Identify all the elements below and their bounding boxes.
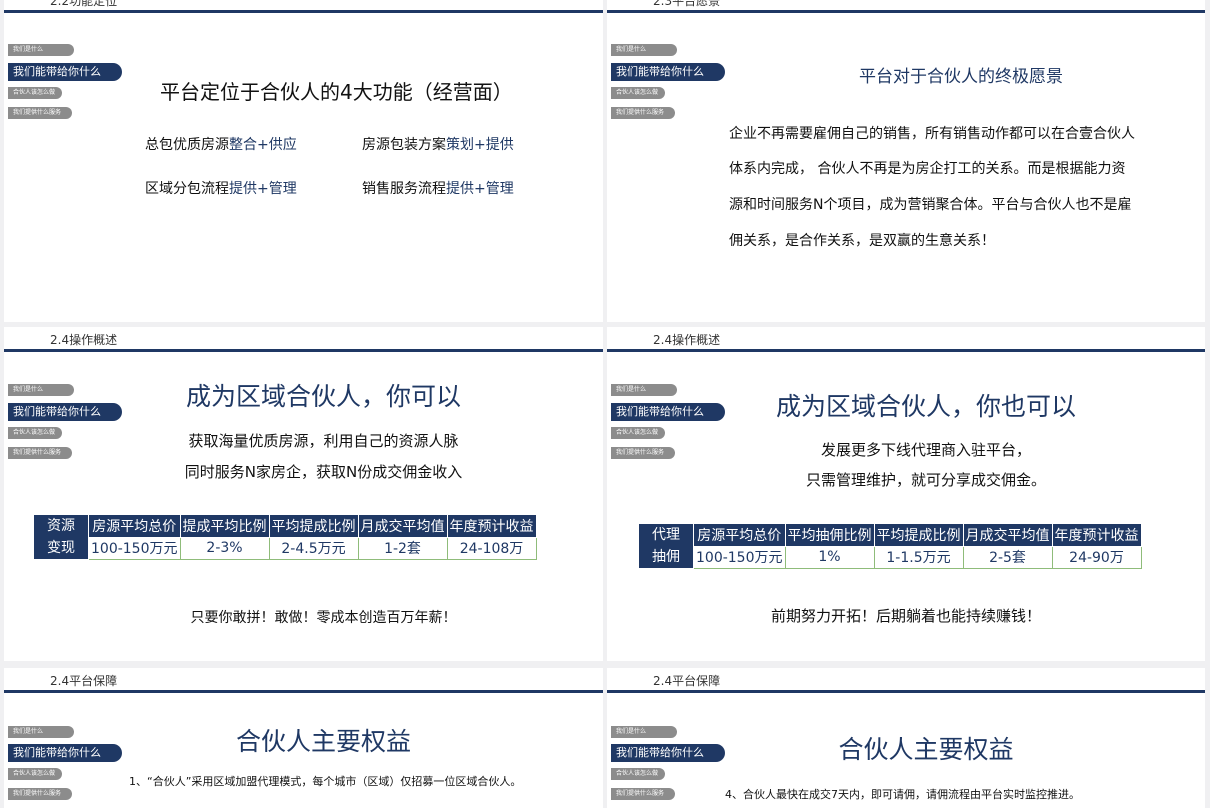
row-heading: 资源 变现 — [33, 514, 89, 560]
table-cell: 1% — [784, 545, 875, 569]
slide-title: 合伙人主要权益 — [235, 727, 411, 756]
slide-title: 成为区域合伙人，你也可以 — [775, 392, 1076, 421]
function-4-highlight: 提供+管理 — [446, 181, 514, 197]
table-cell: 100-150万元 — [88, 536, 181, 560]
nav-item-services[interactable]: 我们提供什么服务 — [8, 788, 72, 800]
section-title: 2.3平台愿景 — [653, 0, 721, 8]
vision-line-1: 企业不再需要雇佣自己的销售，所有销售动作都可以在合壹合伙人 — [729, 126, 1135, 142]
section-title: 2.2功能定位 — [50, 0, 118, 8]
slide-vision[interactable]: 2.3平台愿景 我们是什么 我们能带给你什么 合伙人该怎么做 我们提供什么服务 … — [607, 0, 1205, 322]
table-cell: 24-108万 — [446, 536, 537, 560]
slide-platform-guarantee-1[interactable]: 2.4平台保障 我们是什么 我们能带给你什么 合伙人该怎么做 我们提供什么服务 … — [4, 668, 603, 808]
column-header: 平均提成比例 — [873, 523, 964, 547]
column-header: 平均提成比例 — [268, 514, 359, 538]
row-heading-1: 资源 — [47, 518, 75, 534]
intro-line-2: 只需管理维护，就可分享成交佣金。 — [805, 471, 1046, 489]
slide-header: 2.2功能定位 — [4, 0, 603, 13]
slide-title: 合伙人主要权益 — [838, 735, 1014, 764]
slide-title: 平台对于合伙人的终极愿景 — [859, 67, 1063, 87]
function-3-highlight: 提供+管理 — [229, 181, 297, 197]
table-cell: 24-90万 — [1051, 545, 1142, 569]
function-2-text: 房源包装方案 — [362, 137, 446, 153]
section-title: 2.4操作概述 — [50, 333, 118, 347]
nav-item-how-partner[interactable]: 合伙人该怎么做 — [8, 87, 62, 99]
row-heading-2: 变现 — [47, 540, 75, 556]
row-heading-1: 代理 — [652, 527, 680, 543]
slide-function-positioning[interactable]: 2.2功能定位 我们是什么 我们能带给你什么 合伙人该怎么做 我们提供什么服务 … — [4, 0, 603, 322]
slide-header: 2.4平台保障 — [607, 668, 1205, 693]
table-header-row: 资源变现 房源平均总价 提成平均比例 平均提成比例 月成交平均值 年度预计收益 — [33, 514, 537, 560]
function-2-highlight: 策划+提供 — [446, 137, 514, 153]
vision-line-4: 佣关系，是合作关系，是双赢的生意关系！ — [729, 233, 995, 249]
slide-header: 2.4平台保障 — [4, 668, 603, 693]
nav-item-services[interactable]: 我们提供什么服务 — [8, 107, 72, 119]
column-header: 年度预计收益 — [1051, 523, 1142, 547]
slide-operation-overview-2[interactable]: 2.4操作概述 我们是什么 我们能带给你什么 合伙人该怎么做 我们提供什么服务 … — [607, 327, 1205, 661]
column-header: 月成交平均值 — [962, 523, 1053, 547]
function-1-text: 总包优质房源 — [145, 137, 229, 153]
table-header-row: 代理抽佣 房源平均总价 平均抽佣比例 平均提成比例 月成交平均值 年度预计收益 — [638, 523, 1142, 569]
nav-item-what-we-are[interactable]: 我们是什么 — [611, 44, 677, 56]
nav-item-how-partner[interactable]: 合伙人该怎么做 — [611, 768, 665, 780]
nav-item-how-partner[interactable]: 合伙人该怎么做 — [611, 427, 665, 439]
earnings-table: 资源 变现 房源平均总价 提成平均比例 平均提成比例 月成交平均值 年度预计收益 … — [33, 514, 537, 560]
slide-title: 平台定位于合伙人的4大功能（经营面） — [160, 80, 513, 104]
slogan: 前期努力开拓！后期躺着也能持续赚钱！ — [770, 607, 1041, 625]
table-cell: 2-4.5万元 — [268, 536, 359, 560]
table-cell: 1-2套 — [357, 536, 448, 560]
section-title: 2.4操作概述 — [653, 333, 721, 347]
function-4-text: 销售服务流程 — [362, 181, 446, 197]
function-1: 总包优质房源整合+供应 — [145, 134, 297, 154]
intro-line-1: 发展更多下线代理商入驻平台， — [820, 441, 1031, 459]
column-header: 房源平均总价 — [693, 523, 786, 547]
function-4: 销售服务流程提供+管理 — [362, 178, 514, 198]
benefit-item-1: 1、“合伙人”采用区域加盟代理模式，每个城市（区域）仅招募一位区域合伙人。 — [129, 775, 522, 788]
slide-title: 成为区域合伙人，你可以 — [185, 382, 461, 411]
function-2: 房源包装方案策划+提供 — [362, 134, 514, 154]
column-header: 平均抽佣比例 — [784, 523, 875, 547]
commission-table: 代理 抽佣 房源平均总价 平均抽佣比例 平均提成比例 月成交平均值 年度预计收益 … — [638, 523, 1142, 569]
function-3: 区域分包流程提供+管理 — [145, 178, 297, 198]
section-title: 2.4平台保障 — [50, 674, 118, 688]
column-header: 年度预计收益 — [446, 514, 537, 538]
nav-item-what-we-are[interactable]: 我们是什么 — [8, 44, 74, 56]
column-header: 房源平均总价 — [88, 514, 181, 538]
nav-item-how-partner[interactable]: 合伙人该怎么做 — [611, 87, 665, 99]
nav-item-services[interactable]: 我们提供什么服务 — [611, 107, 675, 119]
slide-header: 2.3平台愿景 — [607, 0, 1205, 13]
table-cell: 2-3% — [179, 536, 270, 560]
function-1-highlight: 整合+供应 — [229, 137, 297, 153]
section-title: 2.4平台保障 — [653, 674, 721, 688]
table-cell: 100-150万元 — [693, 545, 786, 569]
nav-item-how-partner[interactable]: 合伙人该怎么做 — [8, 768, 62, 780]
slide-header: 2.4操作概述 — [607, 327, 1205, 352]
table-cell: 2-5套 — [962, 545, 1053, 569]
function-3-text: 区域分包流程 — [145, 181, 229, 197]
slogan: 只要你敢拼！敢做！零成本创造百万年薪！ — [190, 610, 457, 626]
vision-line-2: 体系内完成， 合伙人不再是为房企打工的关系。而是根据能力资 — [729, 161, 1126, 177]
vision-line-3: 源和时间服务N个项目，成为营销聚合体。平台与合伙人也不是雇 — [729, 197, 1132, 213]
table-row: 100-150万元 1% 1-1.5万元 2-5套 24-90万 — [639, 545, 1142, 569]
table-row: 100-150万元 2-3% 2-4.5万元 1-2套 24-108万 — [34, 536, 537, 560]
nav-item-services[interactable]: 我们提供什么服务 — [611, 788, 675, 800]
table-cell: 1-1.5万元 — [873, 545, 964, 569]
row-heading-2: 抽佣 — [652, 549, 680, 565]
slide-operation-overview-1[interactable]: 2.4操作概述 我们是什么 我们能带给你什么 合伙人该怎么做 我们提供什么服务 … — [4, 327, 603, 661]
intro-line-1: 获取海量优质房源，利用自己的资源人脉 — [188, 432, 459, 450]
slide-header: 2.4操作概述 — [4, 327, 603, 352]
column-header: 提成平均比例 — [179, 514, 270, 538]
column-header: 月成交平均值 — [357, 514, 448, 538]
row-heading: 代理 抽佣 — [638, 523, 694, 569]
slide-platform-guarantee-2[interactable]: 2.4平台保障 我们是什么 我们能带给你什么 合伙人该怎么做 我们提供什么服务 … — [607, 668, 1205, 808]
intro-line-2: 同时服务N家房企，获取N份成交佣金收入 — [184, 463, 463, 481]
nav-item-what-we-bring[interactable]: 我们能带给你什么 — [611, 63, 725, 81]
